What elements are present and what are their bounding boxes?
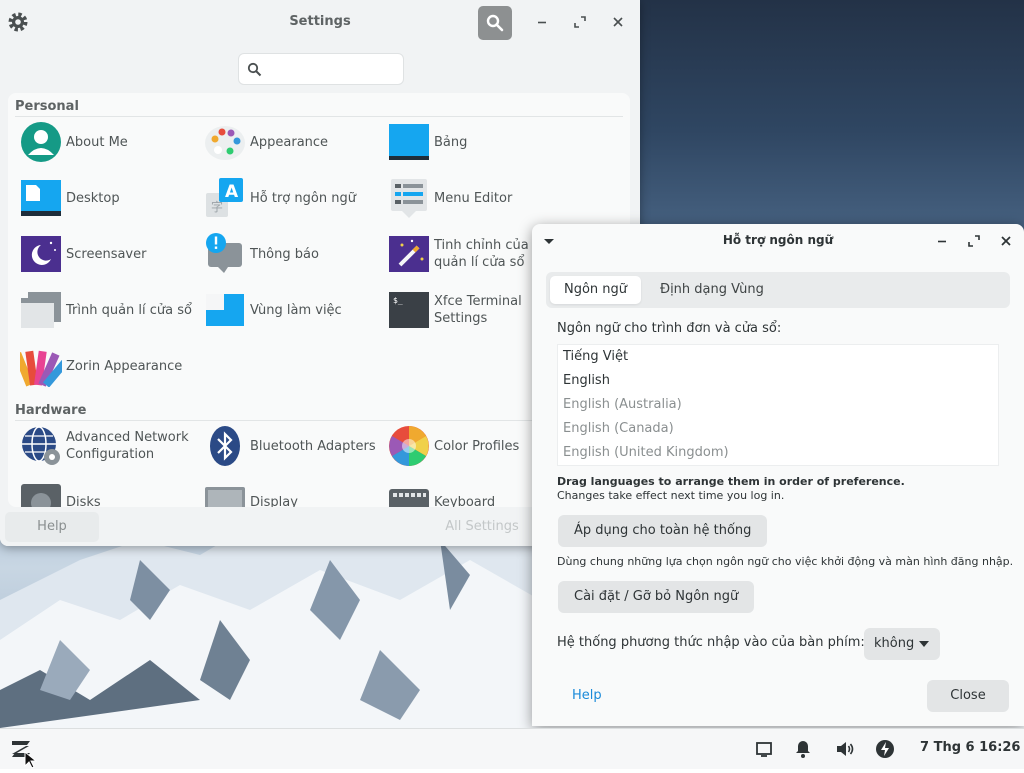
tab-language[interactable]: Ngôn ngữ — [550, 276, 642, 304]
settings-item-advanced-network[interactable]: Advanced Network Configuration — [16, 421, 198, 471]
window-manager-icon — [21, 292, 61, 328]
dialog-close-text-button[interactable]: Close — [927, 680, 1009, 712]
dialog-title: Hỗ trợ ngôn ngữ — [722, 233, 834, 247]
settings-item-screensaver[interactable]: Screensaver — [16, 229, 198, 279]
input-method-label: Hệ thống phương thức nhập vào của bàn ph… — [557, 635, 865, 650]
workspaces-icon — [206, 294, 244, 326]
display-icon — [205, 487, 245, 507]
language-support-dialog: Hỗ trợ ngôn ngữ Ngôn ngữ Định dạng Vùng … — [532, 224, 1024, 726]
mouse-cursor-icon — [24, 750, 38, 769]
panel-icon — [389, 124, 429, 160]
tab-regional-formats[interactable]: Định dạng Vùng — [646, 276, 778, 304]
notification-icon — [206, 233, 242, 273]
color-profiles-icon — [389, 426, 429, 466]
input-method-select[interactable]: không — [864, 628, 940, 660]
show-desktop-icon[interactable] — [754, 739, 774, 759]
menu-editor-icon — [391, 179, 427, 218]
dialog-tabs: Ngôn ngữ Định dạng Vùng — [546, 272, 1010, 308]
settings-item-about-me[interactable]: About Me — [16, 117, 198, 167]
settings-item-display[interactable]: Display — [200, 477, 382, 507]
maximize-icon — [968, 235, 980, 247]
language-item[interactable]: Tiếng Việt — [563, 345, 628, 369]
input-method-value: không — [874, 636, 915, 651]
window-tweaks-icon — [389, 236, 429, 272]
minimize-icon — [538, 21, 546, 24]
close-button[interactable] — [610, 14, 626, 30]
apply-description: Dùng chung những lựa chọn ngôn ngữ cho v… — [557, 555, 1014, 568]
dialog-maximize-button[interactable] — [966, 233, 982, 249]
search-icon — [247, 62, 262, 77]
volume-icon[interactable] — [835, 739, 855, 759]
settings-item-disks[interactable]: Disks — [16, 477, 198, 507]
terminal-icon: $_ — [389, 292, 429, 328]
language-item[interactable]: English — [563, 369, 610, 393]
settings-item-menu-editor[interactable]: Menu Editor — [384, 173, 566, 223]
chevron-down-icon — [919, 641, 929, 647]
language-item[interactable]: English (Australia) — [563, 393, 682, 417]
settings-item-bluetooth[interactable]: Bluetooth Adapters — [200, 421, 382, 471]
keyboard-icon — [389, 489, 429, 507]
palette-icon — [205, 126, 245, 160]
close-icon — [1001, 236, 1011, 246]
taskbar-clock[interactable]: 7 Thg 6 16:26 — [920, 740, 1020, 755]
search-toggle-button[interactable] — [478, 6, 512, 40]
dialog-help-link[interactable]: Help — [572, 688, 602, 703]
svg-text:$_: $_ — [393, 296, 403, 305]
all-settings-button[interactable]: All Settings — [430, 512, 534, 542]
maximize-icon — [574, 16, 586, 28]
settings-item-desktop[interactable]: Desktop — [16, 173, 198, 223]
settings-item-panel[interactable]: Bảng — [384, 117, 566, 167]
user-icon — [21, 122, 61, 162]
settings-item-language-support[interactable]: 字 A Hỗ trợ ngôn ngữ — [200, 173, 382, 223]
section-personal-heading: Personal — [15, 99, 79, 114]
settings-help-button[interactable]: Help — [5, 512, 99, 542]
power-icon[interactable] — [875, 739, 895, 759]
desktop-icon — [21, 180, 61, 216]
close-icon — [613, 17, 623, 27]
maximize-button[interactable] — [572, 14, 588, 30]
dialog-minimize-button[interactable] — [934, 233, 950, 249]
drag-hint: Drag languages to arrange them in order … — [557, 475, 905, 488]
language-item[interactable]: English (Canada) — [563, 417, 674, 441]
settings-item-notifications[interactable]: Thông báo — [200, 229, 382, 279]
apply-system-wide-button[interactable]: Áp dụng cho toàn hệ thống — [558, 515, 768, 547]
search-field[interactable] — [238, 53, 404, 85]
language-item[interactable]: English (United Kingdom) — [563, 441, 729, 465]
changes-hint: Changes take effect next time you log in… — [557, 489, 785, 502]
disks-icon — [21, 484, 61, 507]
section-hardware-heading: Hardware — [15, 403, 87, 418]
search-icon — [486, 14, 504, 32]
language-icon: 字 A — [206, 178, 243, 217]
screensaver-icon — [21, 236, 61, 272]
network-icon — [22, 426, 60, 465]
minimize-button[interactable] — [534, 14, 550, 30]
minimize-icon — [938, 240, 946, 243]
language-list[interactable]: Tiếng Việt English English (Australia) E… — [557, 344, 999, 466]
languages-label: Ngôn ngữ cho trình đơn và cửa sổ: — [557, 321, 782, 336]
bluetooth-icon — [210, 426, 240, 466]
settings-item-workspaces[interactable]: Vùng làm việc — [200, 285, 382, 335]
notification-bell-icon[interactable] — [793, 739, 813, 759]
svg-text:A: A — [225, 182, 239, 202]
settings-item-appearance[interactable]: Appearance — [200, 117, 382, 167]
dialog-close-button[interactable] — [998, 233, 1014, 249]
taskbar: 7 Thg 6 16:26 — [0, 728, 1024, 769]
settings-titlebar: Settings — [0, 0, 640, 46]
search-input[interactable] — [269, 58, 397, 80]
zorin-appearance-icon — [20, 350, 62, 387]
settings-item-window-manager[interactable]: Trình quản lí cửa sổ — [16, 285, 198, 335]
settings-item-zorin-appearance[interactable]: Zorin Appearance — [16, 341, 198, 391]
install-remove-languages-button[interactable]: Cài đặt / Gỡ bỏ Ngôn ngữ — [558, 581, 755, 613]
